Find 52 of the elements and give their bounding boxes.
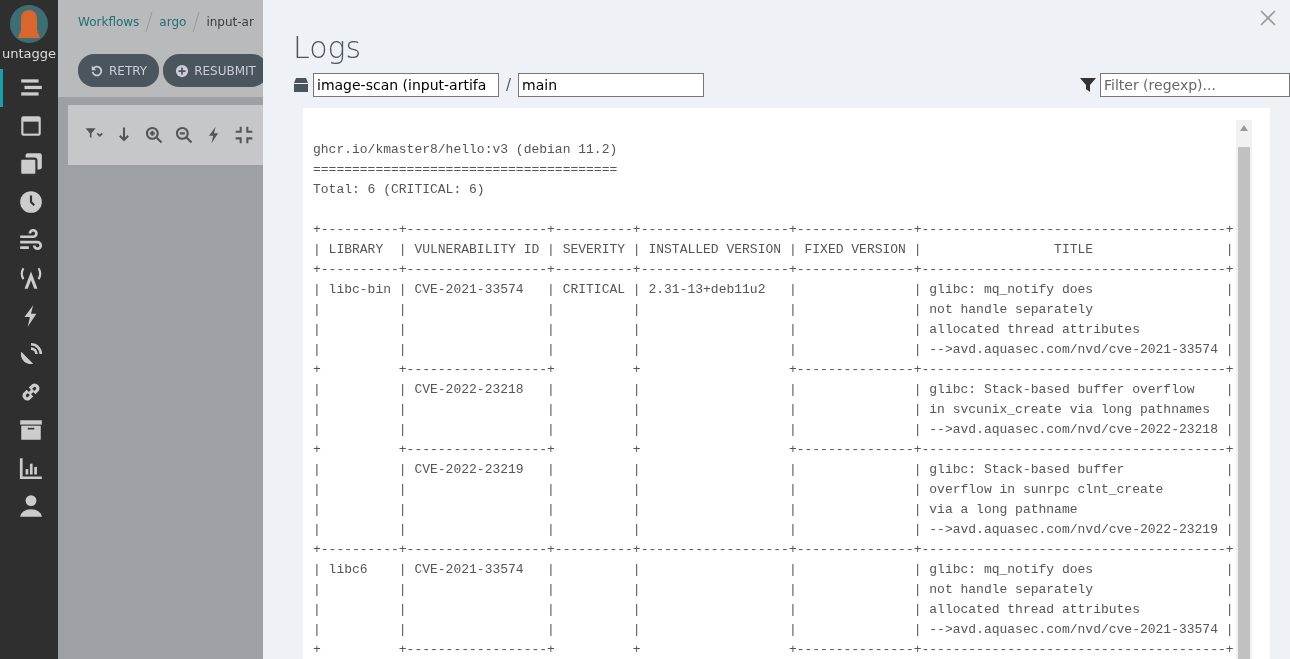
plus-circle-icon <box>175 63 190 78</box>
log-line: ======================================= <box>313 161 619 179</box>
filter-field[interactable]: Filter (regexp)... <box>1100 73 1290 97</box>
log-line: | libc-bin | CVE-2021-33574 | CRITICAL | 2.31-13+deb11u2 | | glibc: mq_notify does | <box>313 281 1235 299</box>
log-line: + +------------------+ + +---------------+---------------------------------------+ <box>313 361 1235 379</box>
log-line: | | | | | | allocated thread attributes | <box>313 321 1235 339</box>
user-label: untagge <box>0 46 57 61</box>
bar-chart-icon <box>17 455 44 481</box>
log-line: | | CVE-2022-23219 | | | | glibc: Stack-based buffer | <box>313 461 1235 479</box>
retry-icon <box>90 63 104 78</box>
log-line: | | | | | | not handle separately | <box>313 301 1235 319</box>
log-line: | | | | | | allocated thread attributes | <box>313 601 1235 619</box>
log-line: | | | | | | in svcunix_create via long pathnames | <box>313 401 1235 419</box>
log-line: | | | | | | -->avd.aquasec.com/nvd/cve-2022-23218 | <box>313 421 1235 439</box>
container-select[interactable]: main <box>518 73 705 97</box>
breadcrumb-link[interactable]: argo <box>159 15 187 29</box>
box-icon <box>293 78 309 92</box>
log-line: +----------+------------------+----------+-------------------+---------------+---------------------------------------+ <box>313 221 1235 239</box>
log-line: | | | | | | -->avd.aquasec.com/nvd/cve-2021-33574 | <box>313 621 1235 639</box>
wind-icon <box>17 227 44 253</box>
breadcrumb-link[interactable]: Workflows <box>78 15 140 29</box>
log-line: + +------------------+ + +---------------+---------------------------------------+ <box>313 641 1235 659</box>
log-line: + +------------------+ + +---------------+---------------------------------------+ <box>313 441 1235 459</box>
logo-icon <box>9 4 49 44</box>
archive-icon <box>17 417 44 443</box>
log-line: | | | | | | overflow in sunrpc clnt_create | <box>313 481 1235 499</box>
retry-button[interactable]: RETRY <box>78 54 160 87</box>
log-line: +----------+------------------+----------+-------------------+---------------+---------------------------------------+ <box>313 541 1235 559</box>
zoom-in-icon[interactable] <box>144 125 164 145</box>
log-line: | | CVE-2022-23218 | | | | glibc: Stack-based buffer overflow | <box>313 381 1235 399</box>
node-select[interactable]: image-scan (input-artifa <box>313 73 499 97</box>
scrollbar[interactable] <box>1236 120 1252 659</box>
log-line: | | | | | | -->avd.aquasec.com/nvd/cve-2022-23219 | <box>313 521 1235 539</box>
resubmit-button[interactable]: RESUBMIT <box>163 54 263 87</box>
log-line: | | | | | | not handle separately | <box>313 581 1235 599</box>
breadcrumb-link[interactable]: input-ar <box>206 15 254 29</box>
log-line: ghcr.io/kmaster8/hello:v3 (debian 11.2) <box>313 141 619 159</box>
log-line: | | | | | | via a long pathname | <box>313 501 1235 519</box>
log-line: +----------+------------------+----------+-------------------+---------------+---------------------------------------+ <box>313 261 1235 279</box>
user-icon <box>17 493 44 519</box>
log-line: | | | | | | -->avd.aquasec.com/nvd/cve-2021-33574 | <box>313 341 1235 359</box>
log-line: Total: 6 (CRITICAL: 6) <box>313 181 486 199</box>
compress-icon[interactable] <box>234 125 254 145</box>
breadcrumb-divider-icon <box>192 11 201 33</box>
separator-text: / <box>506 76 512 94</box>
panel-title: Logs <box>293 30 363 65</box>
zoom-out-icon[interactable] <box>174 125 194 145</box>
breadcrumb-divider-icon <box>145 11 154 33</box>
filter-icon <box>1080 77 1096 93</box>
clock-icon <box>17 189 44 215</box>
log-line: | LIBRARY | VULNERABILITY ID | SEVERITY | INSTALLED VERSION | FIXED VERSION | TITLE | <box>313 241 1235 259</box>
log-line: | libc6 | CVE-2021-33574 | | | | glibc: mq_notify does | <box>313 561 1235 579</box>
